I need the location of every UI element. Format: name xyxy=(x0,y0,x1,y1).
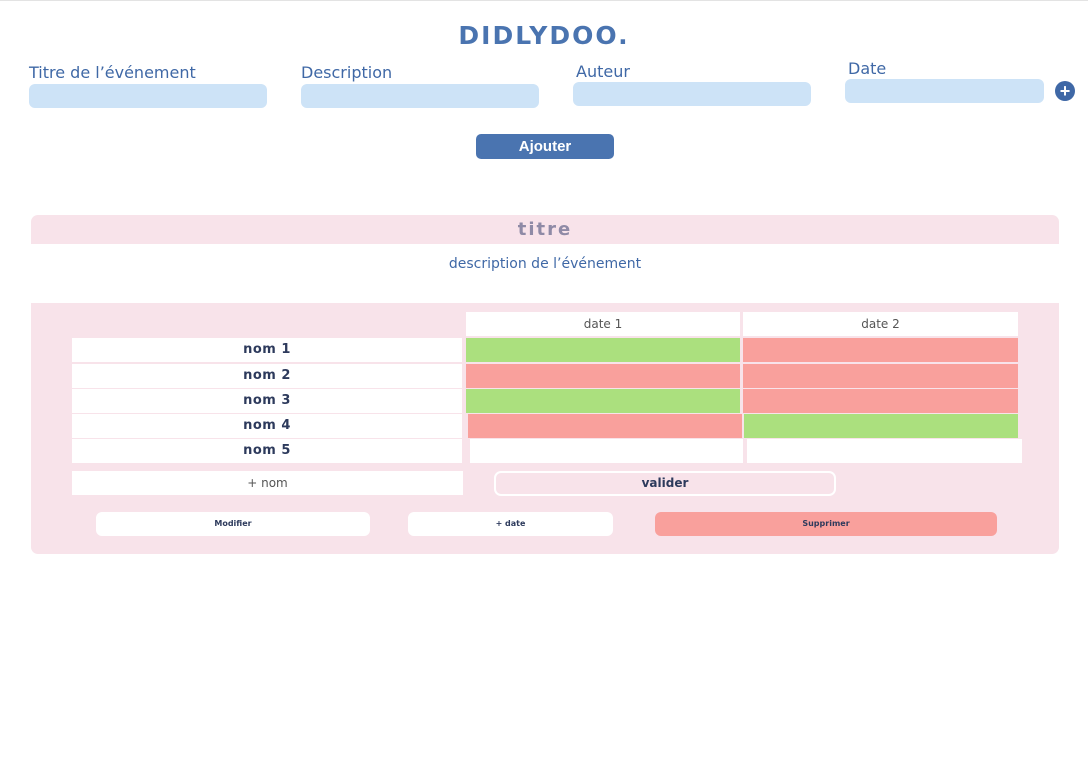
description-field-label: Description xyxy=(301,63,393,82)
vote-cell-yes[interactable] xyxy=(744,414,1018,438)
date-column-header: date 1 xyxy=(466,312,740,336)
vote-cell-empty[interactable] xyxy=(747,439,1022,463)
add-date-button[interactable]: + date xyxy=(408,512,613,536)
plus-circle-icon[interactable]: + xyxy=(1055,81,1075,101)
date-column-header: date 2 xyxy=(743,312,1018,336)
vote-cell-no[interactable] xyxy=(466,364,740,388)
participant-name: nom 1 xyxy=(72,338,462,362)
delete-button[interactable]: Supprimer xyxy=(655,512,997,536)
event-title: titre xyxy=(517,219,573,240)
event-description: description de l’événement xyxy=(448,256,642,272)
vote-cell-yes[interactable] xyxy=(466,338,740,362)
vote-cell-yes[interactable] xyxy=(466,389,740,413)
app-logo: DIDLYDOO. xyxy=(458,21,630,50)
participant-name: nom 2 xyxy=(72,364,462,388)
vote-cell-no[interactable] xyxy=(743,338,1018,362)
vote-cell-no[interactable] xyxy=(743,389,1018,413)
vote-cell-no[interactable] xyxy=(743,364,1018,388)
date-field-label: Date xyxy=(848,59,887,78)
participant-name: nom 5 xyxy=(72,439,462,463)
modify-button[interactable]: Modifier xyxy=(96,512,370,536)
add-name-button[interactable]: + nom xyxy=(72,471,463,495)
participant-name: nom 4 xyxy=(72,414,462,438)
title-field-label: Titre de l’événement xyxy=(29,63,196,82)
add-event-button[interactable]: Ajouter xyxy=(476,134,614,159)
participant-name: nom 3 xyxy=(72,389,462,413)
vote-cell-empty[interactable] xyxy=(470,439,743,463)
validate-button[interactable]: valider xyxy=(494,471,836,496)
event-description-box: description de l’événement xyxy=(31,244,1059,303)
vote-cell-no[interactable] xyxy=(468,414,742,438)
title-field[interactable] xyxy=(29,84,267,108)
description-field[interactable] xyxy=(301,84,539,108)
author-field[interactable] xyxy=(573,82,811,106)
event-card: titre description de l’événement date 1 … xyxy=(31,215,1059,554)
date-field[interactable] xyxy=(845,79,1044,103)
author-field-label: Auteur xyxy=(576,62,630,81)
